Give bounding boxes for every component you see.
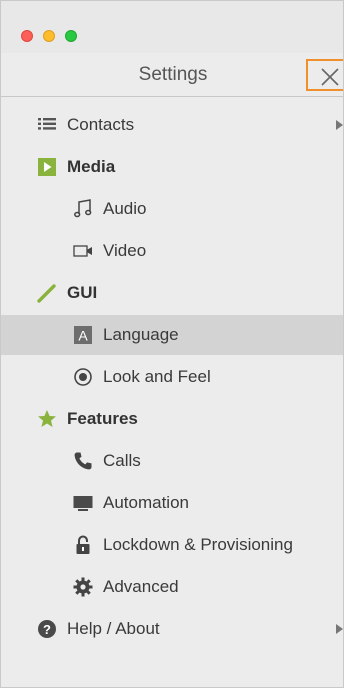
svg-text:A: A <box>78 328 88 344</box>
nav-item-label: Lockdown & Provisioning <box>103 535 293 554</box>
letter-a-icon: A <box>74 326 92 344</box>
nav-item-label: Media <box>67 157 116 176</box>
nav-item-label: Video <box>103 241 147 260</box>
star-icon <box>38 410 56 427</box>
nav-item-label: Advanced <box>103 577 179 596</box>
nav-item-label: Audio <box>103 199 147 218</box>
nav-item-features[interactable]: Features <box>1 399 343 439</box>
nav-item-label: GUI <box>67 283 98 302</box>
nav-item-contacts[interactable]: Contacts <box>1 105 343 145</box>
video-camera-icon <box>73 245 92 257</box>
nav-item-lockdown[interactable]: Lockdown & Provisioning <box>1 525 343 565</box>
zoom-window-button[interactable] <box>65 30 77 42</box>
chevron-right-icon <box>336 624 343 634</box>
play-icon <box>38 158 56 176</box>
nav-item-label: Language <box>103 325 179 344</box>
nav-item-label: Calls <box>103 451 141 470</box>
close-settings-button[interactable] <box>306 59 343 91</box>
monitor-icon <box>73 496 93 511</box>
minimize-window-button[interactable] <box>43 30 55 42</box>
lock-icon <box>76 535 90 554</box>
question-circle-icon: ? <box>38 620 56 638</box>
settings-header: Settings <box>1 53 343 97</box>
close-icon <box>321 68 339 86</box>
nav-item-media[interactable]: Media <box>1 147 343 187</box>
gear-icon <box>73 577 93 597</box>
nav-item-label: Contacts <box>67 115 135 134</box>
nav-item-label: Help / About <box>67 619 160 638</box>
page-title: Settings <box>138 64 208 85</box>
list-icon <box>38 118 56 130</box>
nav-item-calls[interactable]: Calls <box>1 441 343 481</box>
pencil-icon <box>37 284 56 303</box>
nav-item-advanced[interactable]: Advanced <box>1 567 343 607</box>
music-note-icon <box>74 199 92 218</box>
nav-item-label: Features <box>67 409 138 428</box>
close-window-button[interactable] <box>21 30 33 42</box>
nav-item-video[interactable]: Video <box>1 231 343 271</box>
nav-item-language[interactable]: A Language <box>1 315 343 355</box>
svg-text:?: ? <box>43 622 51 637</box>
nav-item-label: Automation <box>103 493 189 512</box>
settings-window: Settings Contacts Media Audio Video GUI … <box>0 0 344 688</box>
nav-item-automation[interactable]: Automation <box>1 483 343 523</box>
nav-item-help-about[interactable]: ? Help / About <box>1 609 343 649</box>
nav-item-audio[interactable]: Audio <box>1 189 343 229</box>
nav-item-label: Look and Feel <box>103 367 211 386</box>
title-bar <box>1 1 343 53</box>
chevron-right-icon <box>336 120 343 130</box>
phone-icon <box>74 452 92 470</box>
radio-dot-icon <box>74 368 92 386</box>
nav-item-gui[interactable]: GUI <box>1 273 343 313</box>
nav-item-look-and-feel[interactable]: Look and Feel <box>1 357 343 397</box>
